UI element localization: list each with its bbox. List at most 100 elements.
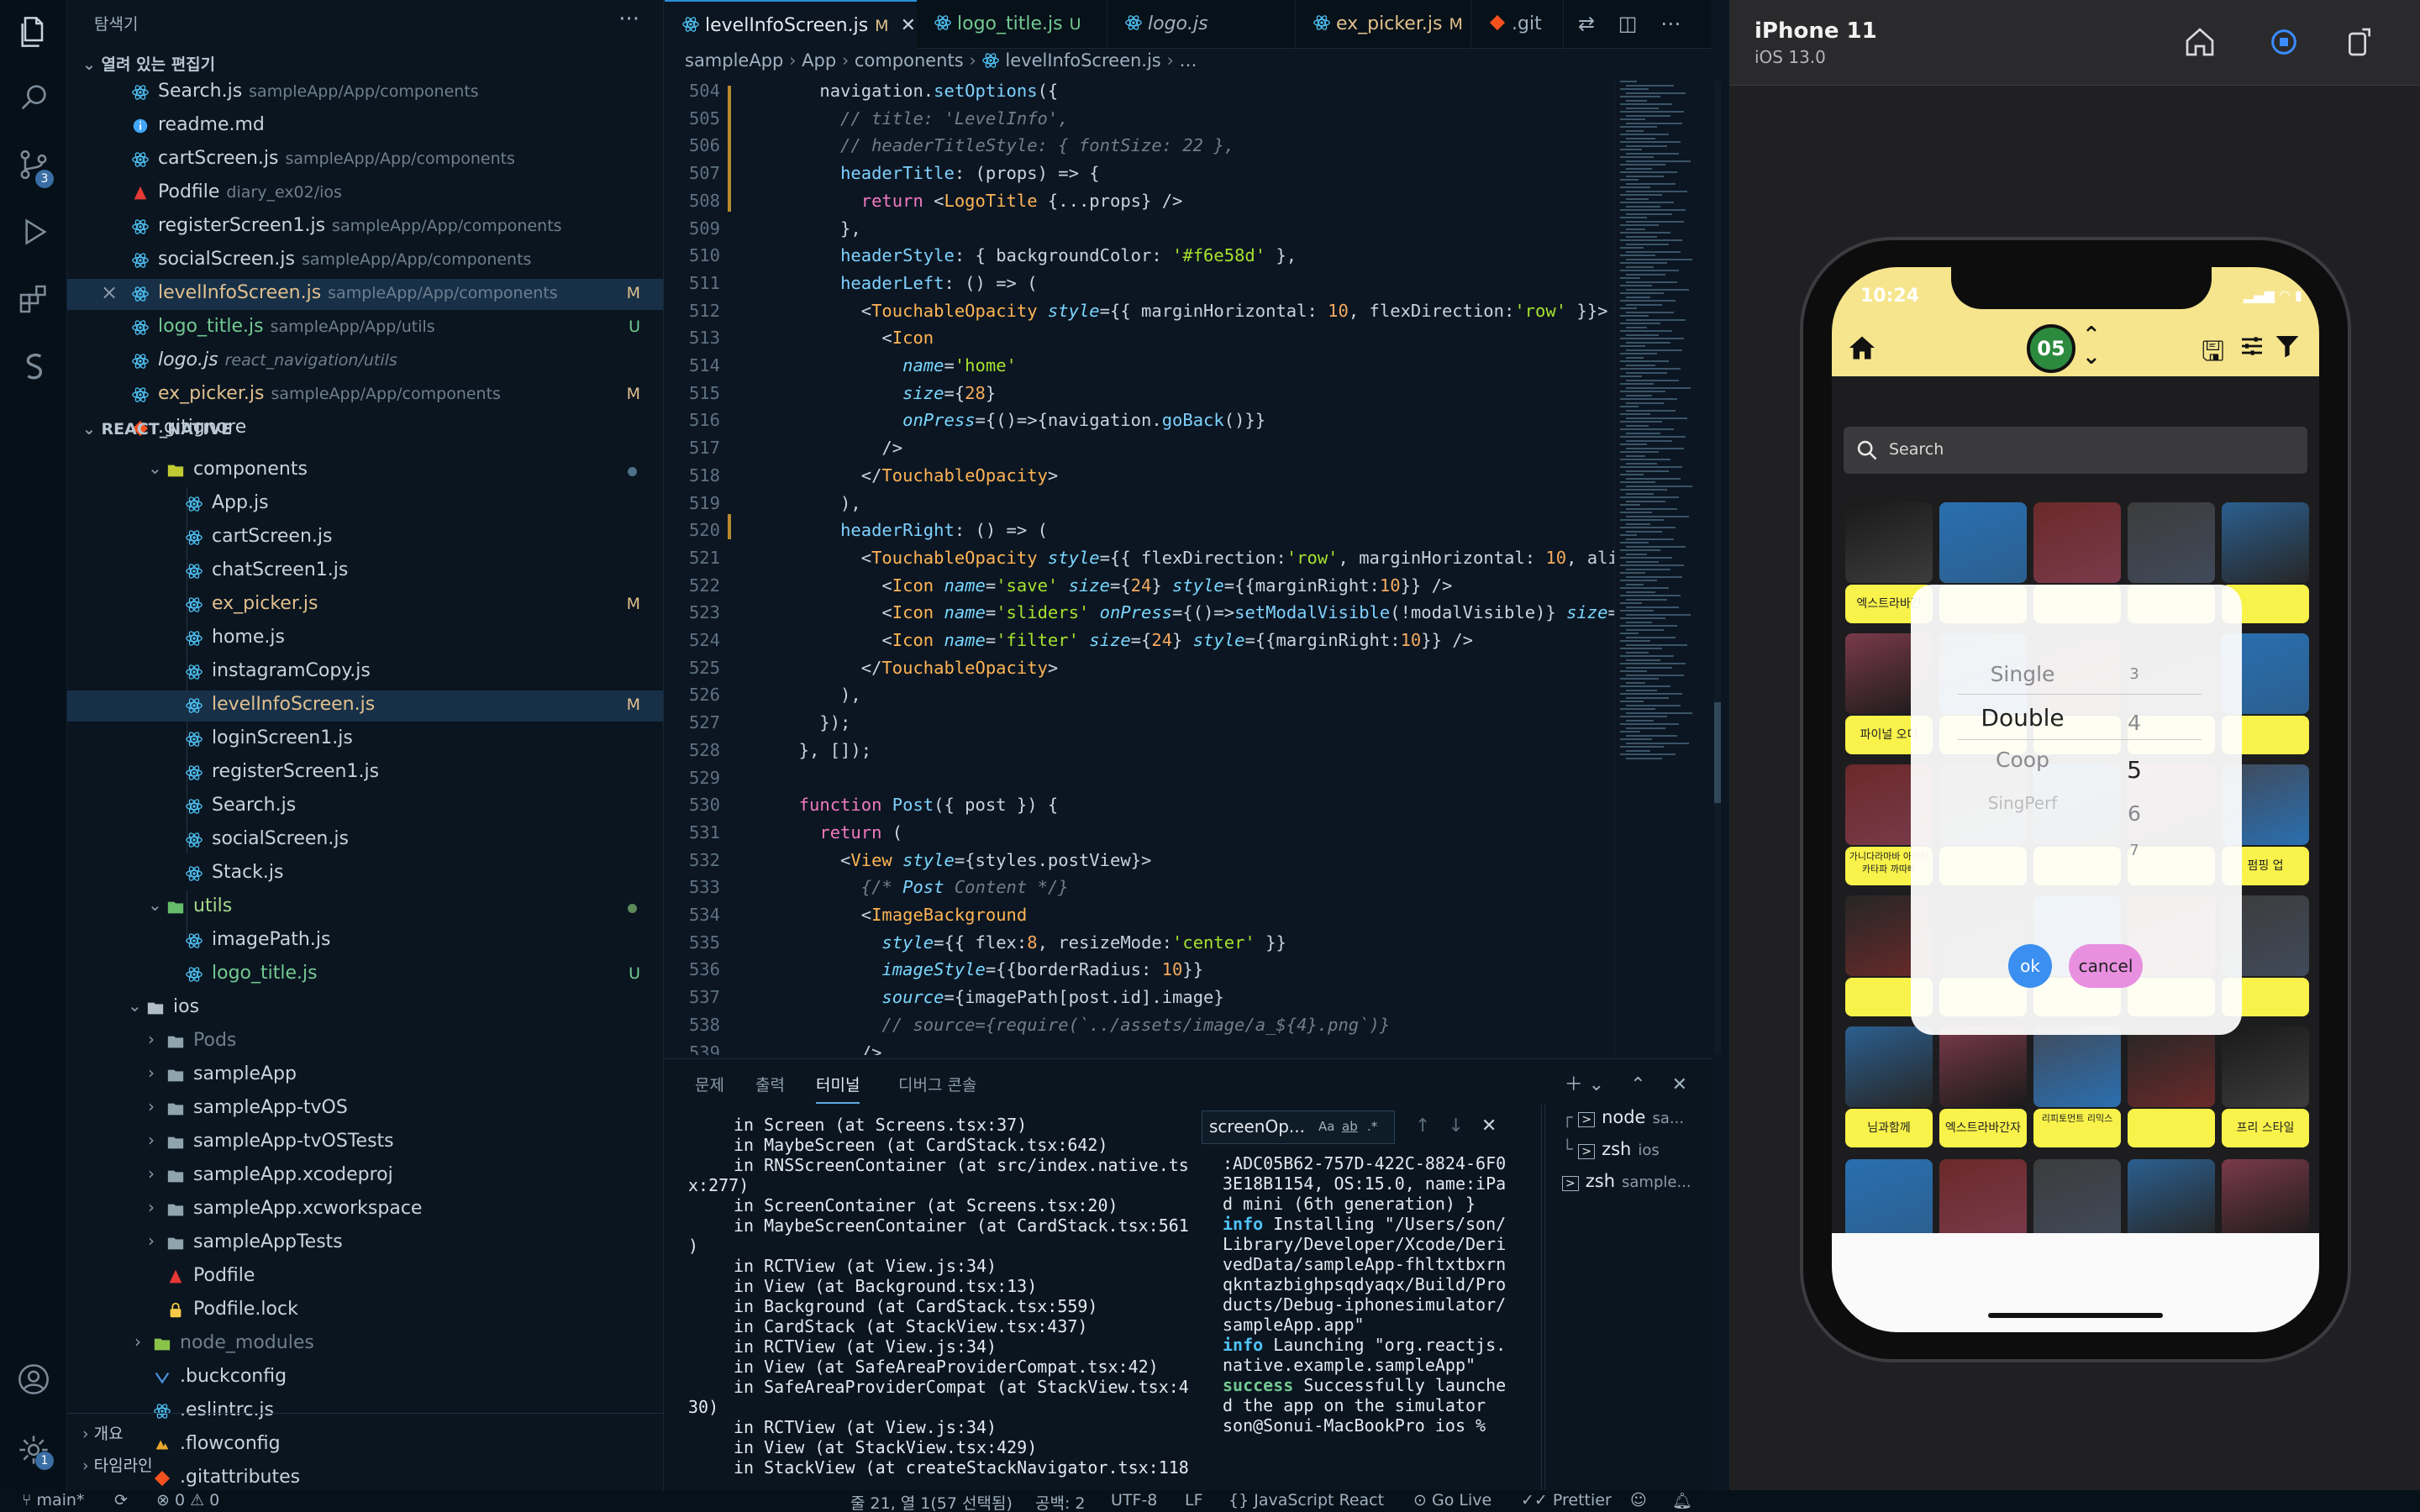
feedback-icon[interactable]: ☺: [1630, 1491, 1647, 1509]
tree-file[interactable]: .gitattributes: [67, 1463, 663, 1490]
tree-file[interactable]: Podfile: [67, 1262, 663, 1293]
tree-file[interactable]: ex_picker.js M: [67, 590, 663, 621]
tree-file[interactable]: socialScreen.js: [67, 825, 663, 856]
notifications-bell-icon[interactable]: 🔔︎: [1672, 1491, 1692, 1510]
ok-button[interactable]: ok: [2008, 944, 2052, 988]
open-editor-item[interactable]: socialScreen.js sampleApp/App/components: [67, 245, 663, 276]
tree-file[interactable]: cartScreen.js: [67, 522, 663, 554]
tree-file[interactable]: instagramCopy.js: [67, 657, 663, 688]
outline-header[interactable]: › 개요: [82, 1421, 124, 1444]
tree-folder[interactable]: ⌄ ios: [67, 993, 663, 1024]
regex-icon[interactable]: .*: [1367, 1119, 1377, 1134]
run-debug-icon[interactable]: [17, 215, 50, 249]
screenshot-icon[interactable]: [2267, 25, 2301, 59]
tab--git[interactable]: .git: [1471, 0, 1564, 49]
panel-tab[interactable]: 문제: [695, 1073, 724, 1095]
picker-option[interactable]: 7: [2118, 842, 2151, 859]
post-image[interactable]: [2033, 1159, 2121, 1240]
open-editors-header[interactable]: ⌄ 열려 있는 편집기: [82, 52, 215, 75]
editor-scrollbar[interactable]: [1714, 81, 1721, 1055]
tab-levelinfoscreen-js[interactable]: levelInfoScreen.js M ✕: [665, 0, 917, 49]
breadcrumb-item[interactable]: sampleApp: [685, 50, 783, 71]
tree-file[interactable]: levelInfoScreen.js M: [67, 690, 663, 722]
tree-file[interactable]: .eslintrc.js: [67, 1396, 663, 1427]
open-editor-item[interactable]: Podfile diary_ex02/ios: [67, 178, 663, 209]
open-editor-item[interactable]: logo.js react_navigation/utils: [67, 346, 663, 377]
encoding[interactable]: UTF-8: [1111, 1491, 1157, 1509]
level-chevrons-icon[interactable]: ⌃ ⌄: [2082, 324, 2101, 368]
tree-folder[interactable]: › Pods: [67, 1026, 663, 1058]
post-image[interactable]: [2033, 502, 2121, 583]
tree-folder[interactable]: › node_modules: [67, 1329, 663, 1360]
home-button-icon[interactable]: [2183, 25, 2217, 59]
open-editor-item[interactable]: readme.md: [67, 111, 663, 142]
open-editor-item[interactable]: × levelInfoScreen.js sampleApp/App/compone…: [67, 279, 663, 310]
tab-logo-js[interactable]: logo.js: [1107, 0, 1296, 49]
home-icon[interactable]: [1847, 333, 1877, 363]
tree-file[interactable]: imagePath.js: [67, 926, 663, 957]
project-header[interactable]: ⌄ REACT_NATIVE: [82, 420, 232, 438]
go-live-button[interactable]: ⊙ Go Live: [1413, 1491, 1491, 1509]
prettier-button[interactable]: ✓✓ Prettier: [1521, 1491, 1612, 1509]
post-image[interactable]: [2128, 1026, 2215, 1107]
panel-tab[interactable]: 출력: [755, 1073, 785, 1095]
tree-file[interactable]: chatScreen1.js: [67, 556, 663, 587]
breadcrumb-item[interactable]: App: [802, 50, 836, 71]
rotate-icon[interactable]: [2343, 25, 2376, 59]
timeline-header[interactable]: › 타임라인: [82, 1453, 153, 1476]
post-image[interactable]: [1845, 1026, 1933, 1107]
tree-file[interactable]: loginScreen1.js: [67, 724, 663, 755]
tab-ex-picker-js[interactable]: ex_picker.js M: [1296, 0, 1471, 49]
tree-folder[interactable]: ⌄ utils: [67, 892, 663, 923]
post-image[interactable]: [2222, 502, 2309, 583]
terminal-instance[interactable]: ┌ > node sa...: [1562, 1107, 1684, 1127]
account-icon[interactable]: [17, 1362, 50, 1396]
save-icon[interactable]: 🖫︎: [2202, 333, 2224, 378]
close-editor-icon[interactable]: ×: [101, 281, 118, 304]
tree-file[interactable]: Podfile.lock: [67, 1295, 663, 1326]
post-image[interactable]: [2128, 502, 2215, 583]
post-image[interactable]: [1939, 1159, 2027, 1240]
post-image[interactable]: [1939, 502, 2027, 583]
filter-icon[interactable]: [2274, 333, 2301, 360]
tree-folder[interactable]: › sampleApp-tvOSTests: [67, 1127, 663, 1158]
tree-file[interactable]: registerScreen1.js: [67, 758, 663, 789]
post-image[interactable]: [2222, 1026, 2309, 1107]
tree-file[interactable]: App.js: [67, 489, 663, 520]
branch-indicator[interactable]: ⑂ main*: [22, 1491, 84, 1509]
tree-file[interactable]: Search.js: [67, 791, 663, 822]
post-image[interactable]: [1845, 1159, 1933, 1240]
language-mode[interactable]: {} JavaScript React: [1228, 1491, 1384, 1509]
post-image[interactable]: [2222, 1159, 2309, 1240]
breadcrumb-item[interactable]: components: [855, 50, 964, 71]
sync-icon[interactable]: ⟳: [114, 1491, 128, 1509]
breadcrumb-item[interactable]: …: [1180, 50, 1197, 71]
picker-option[interactable]: Single: [1960, 662, 2086, 686]
post-image[interactable]: [2128, 1159, 2215, 1240]
code-editor[interactable]: 504 navigation.setOptions({505 // title:…: [665, 81, 1614, 1055]
sliders-icon[interactable]: [2238, 333, 2265, 360]
cursor-position[interactable]: 줄 21, 열 1(57 선택됨): [850, 1491, 1013, 1512]
maximize-panel-icon[interactable]: ⌃: [1630, 1074, 1645, 1095]
close-find-icon[interactable]: ✕: [1481, 1116, 1497, 1137]
tree-file[interactable]: logo_title.js U: [67, 959, 663, 990]
search-input[interactable]: Search: [1844, 427, 2307, 474]
extensions-icon[interactable]: [17, 282, 50, 316]
picker-option[interactable]: SingPerf: [1960, 793, 2086, 813]
whole-word-icon[interactable]: ab: [1342, 1119, 1358, 1134]
post-image[interactable]: [1845, 502, 1933, 583]
next-match-icon[interactable]: ↓: [1448, 1116, 1463, 1137]
tab-close-icon[interactable]: ✕: [901, 15, 916, 36]
open-editor-item[interactable]: Search.js sampleApp/App/components: [67, 77, 663, 108]
tab-logo-title-js[interactable]: logo_title.js U: [917, 0, 1107, 49]
more-actions-icon[interactable]: ···: [618, 7, 639, 32]
picker-option[interactable]: 6: [2118, 801, 2151, 826]
picker-option[interactable]: 4: [2118, 711, 2151, 735]
picker-option[interactable]: 5: [2118, 756, 2151, 784]
breadcrumb-item[interactable]: levelInfoScreen.js: [1005, 50, 1160, 71]
tree-folder[interactable]: › sampleApp.xcworkspace: [67, 1194, 663, 1226]
open-editor-item[interactable]: ex_picker.js sampleApp/App/components M: [67, 380, 663, 411]
tree-file[interactable]: home.js: [67, 623, 663, 654]
new-terminal-icon[interactable]: ＋ ⌄: [1565, 1074, 1604, 1095]
picker-option[interactable]: Coop: [1960, 748, 2086, 772]
